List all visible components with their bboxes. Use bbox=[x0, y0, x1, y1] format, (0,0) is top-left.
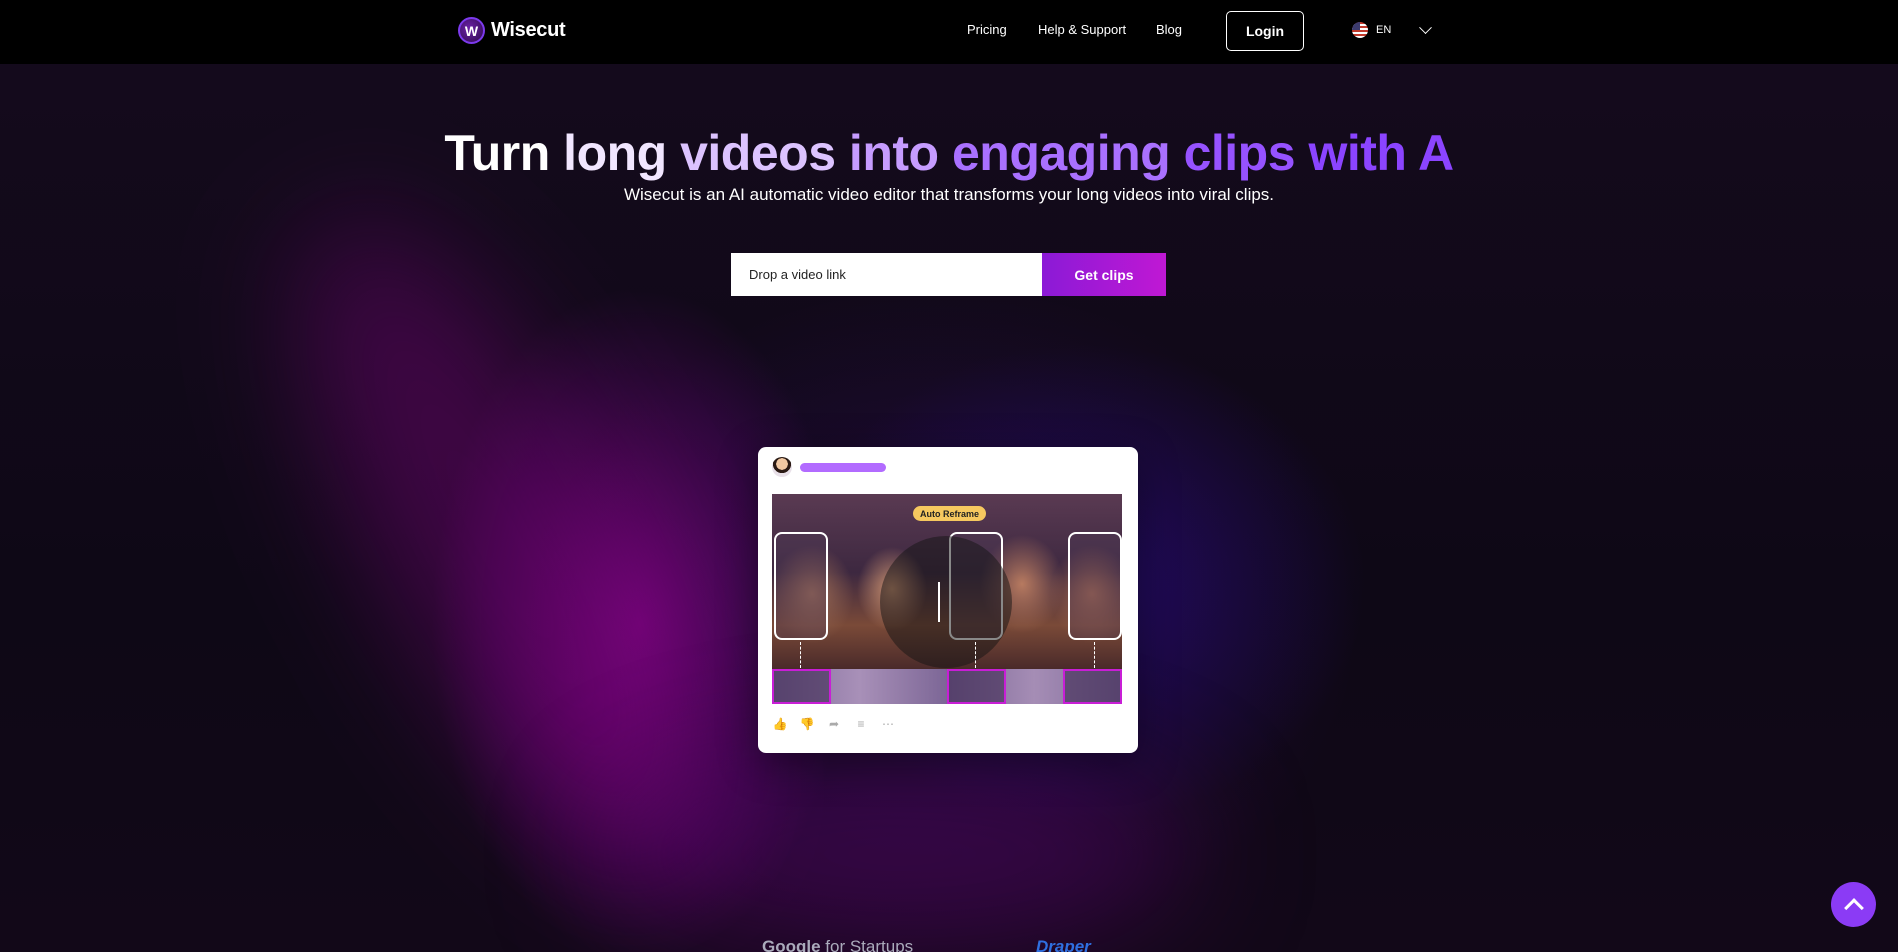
get-clips-button[interactable]: Get clips bbox=[1042, 253, 1166, 296]
avatar bbox=[772, 457, 792, 477]
headline-word: long bbox=[563, 125, 667, 181]
headline-word: videos bbox=[680, 125, 836, 181]
play-icon[interactable] bbox=[880, 536, 1012, 668]
top-navbar: W Wisecut Pricing Help & Support Blog Lo… bbox=[0, 0, 1898, 64]
language-selector[interactable]: EN bbox=[1352, 20, 1433, 38]
reframe-box bbox=[774, 532, 828, 640]
video-actions: 👍 👎 ➦ ≡ ⋯ bbox=[772, 717, 896, 731]
save-icon[interactable]: ≡ bbox=[853, 717, 869, 731]
headline-word: clips bbox=[1183, 125, 1296, 181]
hero-headline: Turn long videos into engaging clips wit… bbox=[0, 124, 1898, 182]
draper-logo: Draper bbox=[1036, 937, 1091, 952]
login-button[interactable]: Login bbox=[1226, 11, 1304, 51]
hero-subtitle: Wisecut is an AI automatic video editor … bbox=[623, 185, 1275, 204]
headline-word: Turn bbox=[444, 125, 550, 181]
headline-word: engaging bbox=[951, 125, 1171, 181]
connector-line bbox=[1094, 642, 1095, 668]
scroll-to-top-button[interactable] bbox=[1831, 882, 1876, 927]
video-link-form: Get clips bbox=[731, 253, 1166, 296]
brand-name: Wisecut bbox=[491, 19, 566, 41]
headline-word: into bbox=[848, 125, 939, 181]
thumbs-up-icon[interactable]: 👍 bbox=[772, 717, 788, 731]
timeline-clip[interactable] bbox=[947, 669, 1006, 704]
auto-reframe-badge: Auto Reframe bbox=[913, 506, 987, 521]
video-preview-card: Auto Reframe 👍 👎 ➦ ≡ ⋯ bbox=[758, 447, 1138, 753]
thumbs-down-icon[interactable]: 👎 bbox=[799, 717, 815, 731]
nav-link-blog[interactable]: Blog bbox=[1156, 22, 1182, 37]
more-icon[interactable]: ⋯ bbox=[880, 717, 896, 731]
brand-logo[interactable]: W Wisecut bbox=[458, 17, 566, 44]
timeline-clip[interactable] bbox=[772, 669, 831, 704]
connector-line bbox=[800, 642, 801, 668]
chevron-down-icon bbox=[1419, 20, 1433, 34]
connector-line bbox=[975, 642, 976, 668]
nav-link-help-support[interactable]: Help & Support bbox=[1038, 22, 1126, 37]
language-code: EN bbox=[1376, 24, 1392, 36]
timeline-clip[interactable] bbox=[1063, 669, 1122, 704]
channel-name-placeholder bbox=[800, 463, 886, 472]
us-flag-icon bbox=[1352, 22, 1368, 38]
nav-link-pricing[interactable]: Pricing bbox=[967, 22, 1007, 37]
video-link-input[interactable] bbox=[731, 253, 1042, 296]
video-thumbnail: Auto Reframe bbox=[772, 494, 1122, 669]
share-icon[interactable]: ➦ bbox=[826, 717, 842, 731]
reframe-box bbox=[1068, 532, 1122, 640]
google-for-startups-logo: Google for Startups bbox=[762, 937, 914, 952]
clip-timeline bbox=[772, 669, 1122, 704]
chevron-up-icon bbox=[1843, 898, 1864, 918]
headline-word: with bbox=[1308, 125, 1407, 181]
logo-icon: W bbox=[458, 17, 485, 44]
headline-word: A bbox=[1417, 125, 1454, 181]
